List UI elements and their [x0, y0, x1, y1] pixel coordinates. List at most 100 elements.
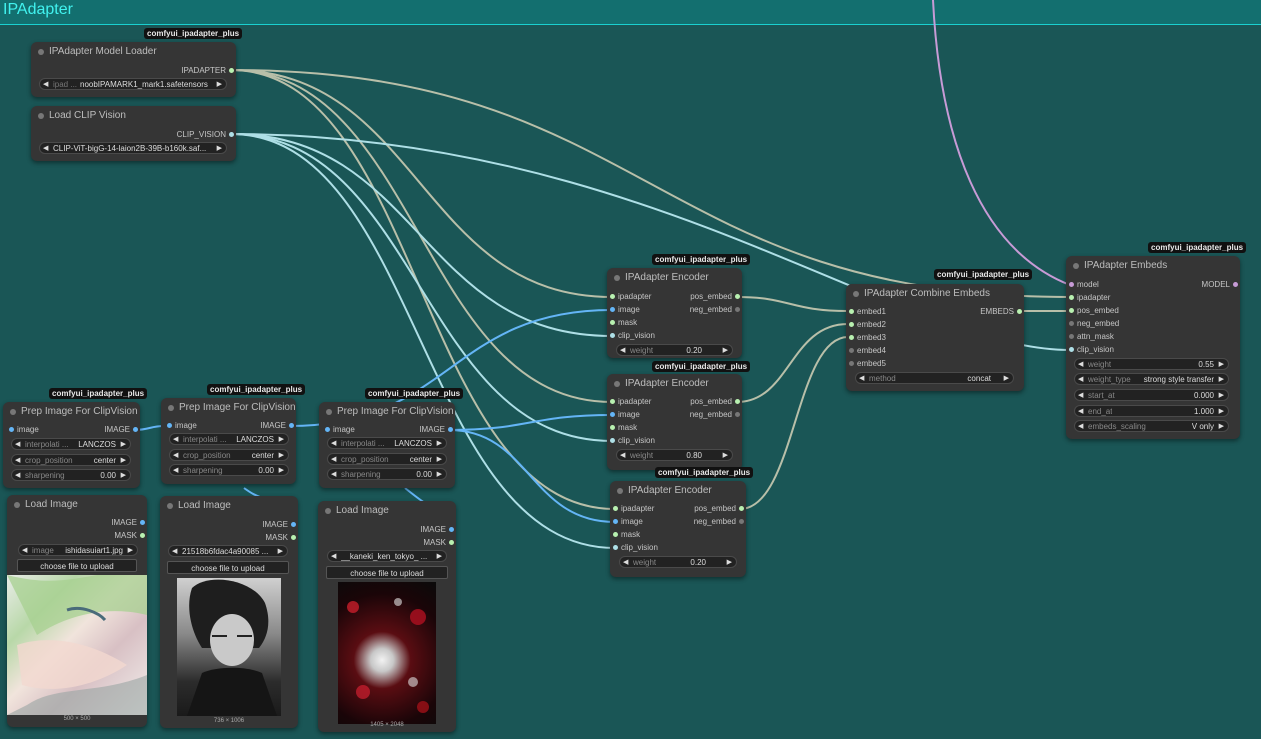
start-at-input[interactable]: ◀ start_at 0.000 ▶ — [1074, 389, 1229, 401]
arrow-right-icon[interactable]: ▶ — [437, 438, 442, 450]
pos-embed-input[interactable]: pos_embed — [1069, 305, 1119, 317]
node-title[interactable]: Load CLIP Vision — [31, 106, 236, 126]
weight-type-select[interactable]: ◀ weight_type strong style transfer ▶ — [1074, 373, 1229, 385]
ipadapter-input[interactable]: ipadapter — [610, 291, 651, 303]
image-file-select[interactable]: ◀ 21518b6fdac4a90085 ... ▶ — [168, 545, 288, 557]
arrow-left-icon[interactable]: ◀ — [331, 551, 336, 563]
image-input[interactable]: image — [610, 409, 640, 421]
node-title[interactable]: IPAdapter Encoder — [607, 374, 742, 394]
end-at-input[interactable]: ◀ end_at 1.000 ▶ — [1074, 405, 1229, 417]
mask-output[interactable]: MASK — [265, 532, 296, 544]
arrow-right-icon[interactable]: ▶ — [437, 454, 442, 466]
interpolation-select[interactable]: ◀ interpolati ... LANCZOS ▶ — [11, 438, 131, 450]
arrow-left-icon[interactable]: ◀ — [620, 345, 625, 357]
node-title[interactable]: IPAdapter Model Loader — [31, 42, 236, 62]
image-output[interactable]: IMAGE — [260, 420, 294, 432]
node-title[interactable]: IPAdapter Embeds — [1066, 256, 1240, 276]
arrow-right-icon[interactable]: ▶ — [279, 434, 284, 446]
neg-embed-input[interactable]: neg_embed — [1069, 318, 1119, 330]
arrow-right-icon[interactable]: ▶ — [279, 465, 284, 477]
node-title[interactable]: Load Image — [318, 501, 456, 521]
neg-embed-output[interactable]: neg_embed — [694, 516, 745, 528]
sharpening-input[interactable]: ◀ sharpening 0.00 ▶ — [11, 469, 131, 481]
clip-file-select[interactable]: ◀ CLIP-ViT-bigG-14-laion2B-39B-b160k.saf… — [39, 142, 227, 154]
sharpening-input[interactable]: ◀ sharpening 0.00 ▶ — [169, 464, 289, 476]
node-title[interactable]: IPAdapter Combine Embeds — [846, 284, 1024, 304]
arrow-left-icon[interactable]: ◀ — [43, 143, 48, 155]
weight-input[interactable]: ◀ weight 0.20 ▶ — [616, 344, 733, 356]
pos-embed-output[interactable]: pos_embed — [694, 503, 744, 515]
arrow-left-icon[interactable]: ◀ — [1078, 374, 1083, 386]
arrow-right-icon[interactable]: ▶ — [121, 439, 126, 451]
ipadapter-encoder-node[interactable]: comfyui_ipadapter_plus IPAdapter Encoder… — [607, 254, 751, 358]
load-image-node[interactable]: Load Image IMAGE MASK ◀ __kaneki_ken_toky… — [318, 501, 456, 732]
ipadapter-input[interactable]: ipadapter — [613, 503, 654, 515]
arrow-left-icon[interactable]: ◀ — [15, 439, 20, 451]
mask-input[interactable]: mask — [613, 529, 640, 541]
weight-input[interactable]: ◀ weight 0.80 ▶ — [616, 449, 733, 461]
arrow-left-icon[interactable]: ◀ — [331, 454, 336, 466]
embed5-input[interactable]: embed5 — [849, 358, 886, 370]
embed1-input[interactable]: embed1 — [849, 306, 886, 318]
pos-embed-output[interactable]: pos_embed — [690, 396, 740, 408]
embed4-input[interactable]: embed4 — [849, 345, 886, 357]
ipadapter-encoder-node[interactable]: comfyui_ipadapter_plus IPAdapter Encoder… — [607, 361, 751, 470]
arrow-left-icon[interactable]: ◀ — [172, 546, 177, 558]
arrow-left-icon[interactable]: ◀ — [15, 455, 20, 467]
sharpening-input[interactable]: ◀ sharpening 0.00 ▶ — [327, 468, 447, 480]
clip-vision-input[interactable]: clip_vision — [613, 542, 658, 554]
mask-input[interactable]: mask — [610, 422, 637, 434]
image-file-select[interactable]: ◀ image ishidasuiart1.jpg ▶ — [18, 544, 138, 556]
arrow-right-icon[interactable]: ▶ — [217, 143, 222, 155]
ipadapter-input[interactable]: ipadapter — [610, 396, 651, 408]
node-title[interactable]: IPAdapter Encoder — [607, 268, 742, 288]
group-header[interactable]: IPAdapter — [0, 0, 1261, 25]
crop-position-select[interactable]: ◀ crop_position center ▶ — [169, 449, 289, 461]
arrow-left-icon[interactable]: ◀ — [331, 438, 336, 450]
image-output[interactable]: IMAGE — [420, 524, 454, 536]
ipadapter-file-select[interactable]: ◀ ipad ... noobIPAMARK1_mark1.safetensor… — [39, 78, 227, 90]
mask-output[interactable]: MASK — [114, 530, 145, 542]
upload-button[interactable]: choose file to upload — [17, 559, 137, 572]
arrow-right-icon[interactable]: ▶ — [121, 455, 126, 467]
pos-embed-output[interactable]: pos_embed — [690, 291, 740, 303]
arrow-right-icon[interactable]: ▶ — [1004, 373, 1009, 385]
embeds-output[interactable]: EMBEDS — [980, 306, 1022, 318]
arrow-right-icon[interactable]: ▶ — [1219, 421, 1224, 433]
arrow-left-icon[interactable]: ◀ — [22, 545, 27, 557]
arrow-left-icon[interactable]: ◀ — [623, 557, 628, 569]
arrow-left-icon[interactable]: ◀ — [620, 450, 625, 462]
clip-vision-input[interactable]: clip_vision — [610, 435, 655, 447]
upload-button[interactable]: choose file to upload — [326, 566, 448, 579]
arrow-left-icon[interactable]: ◀ — [173, 434, 178, 446]
interpolation-select[interactable]: ◀ interpolati ... LANCZOS ▶ — [327, 437, 447, 449]
image-input[interactable]: image — [610, 304, 640, 316]
clip-vision-input[interactable]: clip_vision — [610, 330, 655, 342]
model-input[interactable]: model — [1069, 279, 1099, 291]
image-input[interactable]: image — [325, 424, 355, 436]
clip-vision-loader-node[interactable]: Load CLIP Vision CLIP_VISION ◀ CLIP-ViT-… — [31, 106, 236, 161]
embed2-input[interactable]: embed2 — [849, 319, 886, 331]
mask-input[interactable]: mask — [610, 317, 637, 329]
node-title[interactable]: Load Image — [160, 496, 298, 516]
image-input[interactable]: image — [167, 420, 197, 432]
node-title[interactable]: Prep Image For ClipVision — [161, 398, 296, 418]
arrow-left-icon[interactable]: ◀ — [331, 469, 336, 481]
prep-image-node[interactable]: comfyui_ipadapter_plus Prep Image For Cl… — [319, 388, 464, 488]
arrow-left-icon[interactable]: ◀ — [1078, 406, 1083, 418]
upload-button[interactable]: choose file to upload — [167, 561, 289, 574]
arrow-left-icon[interactable]: ◀ — [173, 450, 178, 462]
prep-image-node[interactable]: comfyui_ipadapter_plus Prep Image For Cl… — [3, 388, 148, 488]
mask-output[interactable]: MASK — [423, 537, 454, 549]
arrow-right-icon[interactable]: ▶ — [723, 450, 728, 462]
ipadapter-output[interactable]: IPADAPTER — [181, 65, 234, 77]
arrow-left-icon[interactable]: ◀ — [43, 79, 48, 91]
method-select[interactable]: ◀ method concat ▶ — [855, 372, 1014, 384]
image-output[interactable]: IMAGE — [111, 517, 145, 529]
arrow-left-icon[interactable]: ◀ — [15, 470, 20, 482]
node-title[interactable]: Load Image — [7, 495, 147, 515]
arrow-right-icon[interactable]: ▶ — [437, 551, 442, 563]
ipadapter-input[interactable]: ipadapter — [1069, 292, 1110, 304]
arrow-right-icon[interactable]: ▶ — [128, 545, 133, 557]
load-image-node[interactable]: Load Image IMAGE MASK ◀ image ishidasuiart… — [7, 495, 147, 727]
